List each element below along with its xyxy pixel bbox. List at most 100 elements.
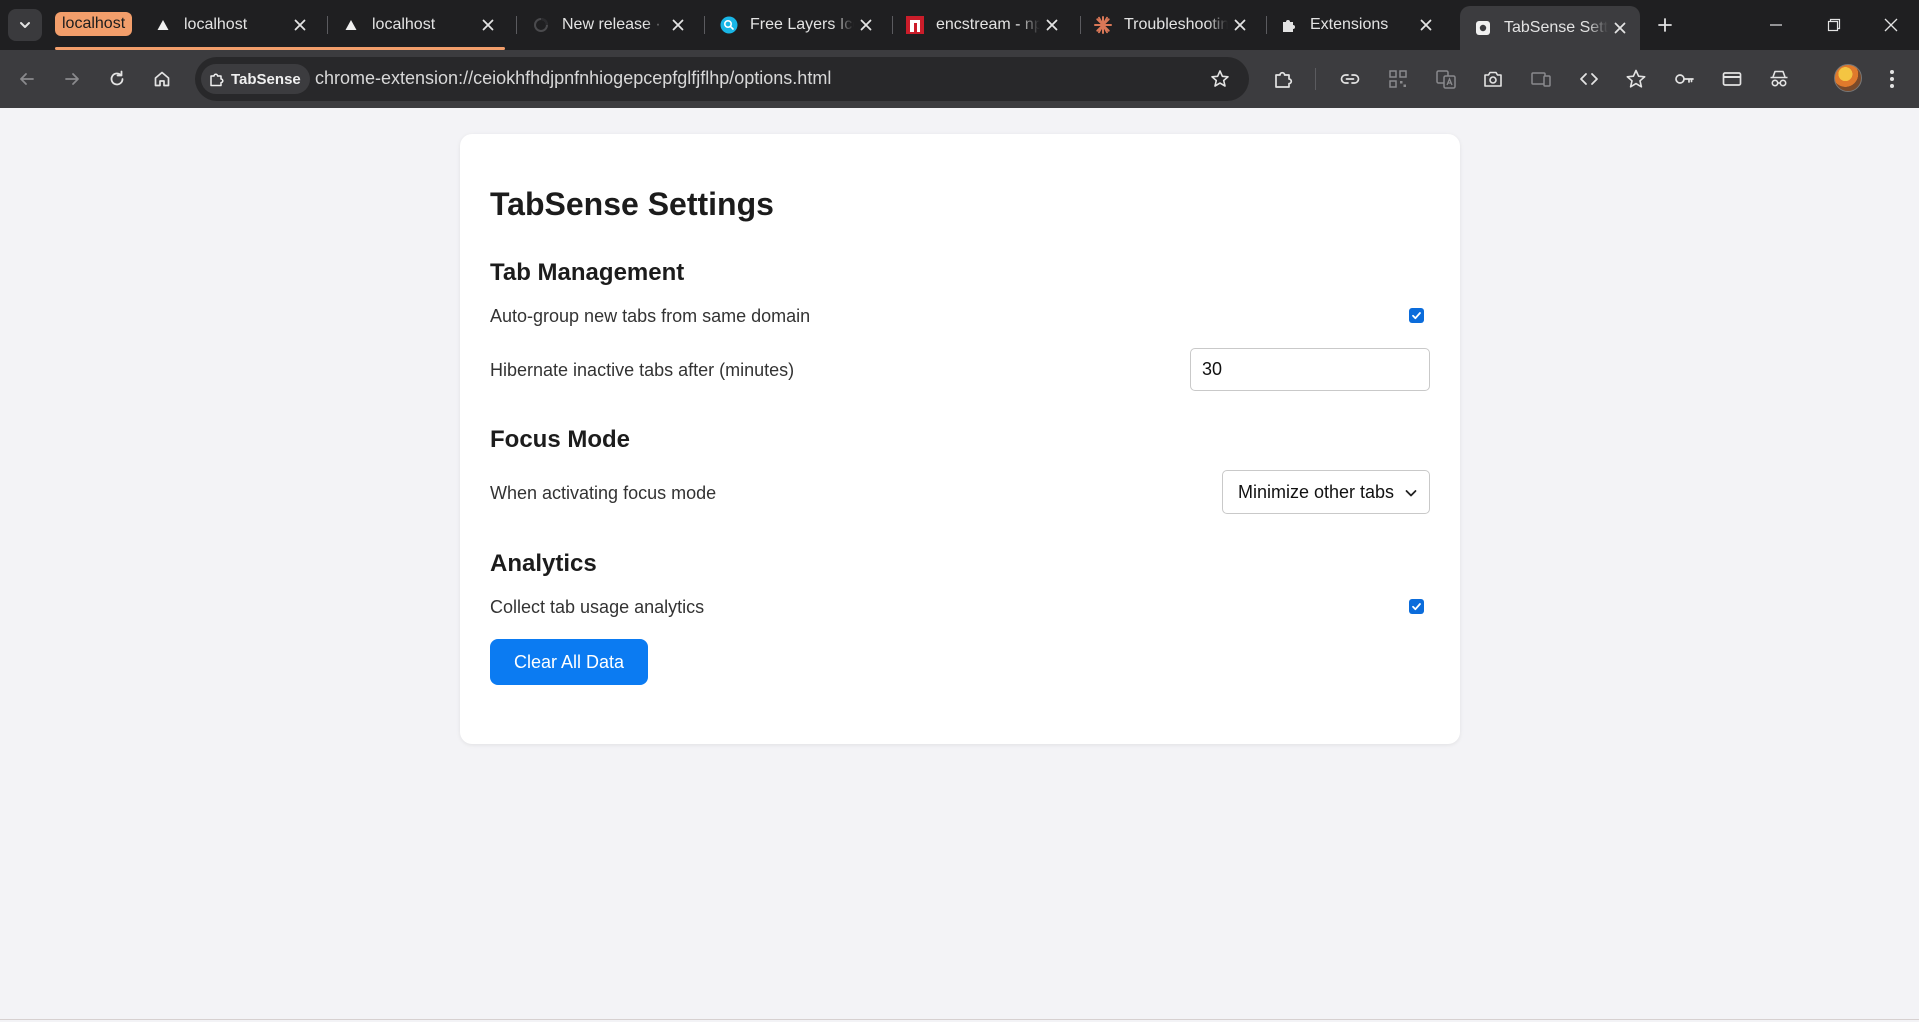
triangle-icon bbox=[154, 16, 172, 34]
star-icon bbox=[1626, 69, 1646, 88]
tab-title: Free Layers Ico bbox=[750, 16, 854, 33]
close-icon[interactable] bbox=[288, 13, 312, 37]
code-icon bbox=[1580, 73, 1598, 85]
spinner-icon bbox=[532, 16, 550, 34]
camera-icon bbox=[1484, 71, 1502, 87]
search-circle-icon bbox=[720, 16, 738, 34]
close-icon[interactable] bbox=[1228, 13, 1252, 37]
tab-title: New release · t bbox=[562, 16, 666, 33]
copy-link-button[interactable] bbox=[1334, 63, 1366, 95]
tab-localhost-1[interactable]: localhost bbox=[140, 6, 320, 44]
qr-code-icon bbox=[1389, 70, 1407, 88]
key-icon bbox=[1675, 74, 1694, 84]
plus-icon bbox=[1658, 18, 1672, 32]
back-button[interactable] bbox=[11, 63, 43, 95]
tab-group-chip[interactable]: localhost bbox=[55, 12, 133, 36]
section-heading-focus-mode: Focus Mode bbox=[490, 426, 631, 453]
url-text[interactable]: chrome-extension://ceiokhfhdjpnfnhiogepc… bbox=[315, 68, 831, 89]
passwords-button[interactable] bbox=[1668, 63, 1700, 95]
tab-separator bbox=[704, 16, 705, 34]
link-icon bbox=[1340, 74, 1360, 84]
section-heading-analytics: Analytics bbox=[490, 550, 597, 577]
extensions-button[interactable] bbox=[1268, 63, 1300, 95]
page-title: TabSense Settings bbox=[490, 186, 774, 222]
tab-new-release[interactable]: New release · t bbox=[518, 6, 698, 44]
minimize-window-button[interactable] bbox=[1753, 9, 1799, 41]
clear-all-data-button[interactable]: Clear All Data bbox=[490, 639, 648, 685]
close-icon[interactable] bbox=[1414, 13, 1438, 37]
screenshot-button[interactable] bbox=[1477, 63, 1509, 95]
tab-title: localhost bbox=[372, 16, 436, 33]
tab-free-layers-icons[interactable]: Free Layers Ico bbox=[706, 6, 886, 44]
bookmark-star-button[interactable] bbox=[1209, 68, 1231, 90]
hibernate-label: Hibernate inactive tabs after (minutes) bbox=[490, 360, 795, 380]
browser-toolbar: TabSense chrome-extension://ceiokhfhdjpn… bbox=[0, 50, 1919, 108]
collect-analytics-checkbox[interactable] bbox=[1409, 599, 1424, 614]
close-icon[interactable] bbox=[854, 13, 878, 37]
close-window-button[interactable] bbox=[1868, 9, 1914, 41]
tab-strip: localhost localhost localhost New releas… bbox=[0, 0, 1919, 50]
checkmark-icon bbox=[1412, 312, 1421, 320]
device-mode-button[interactable] bbox=[1525, 63, 1557, 95]
tab-title: encstream - np bbox=[936, 16, 1040, 33]
devices-icon bbox=[1531, 72, 1551, 87]
tab-localhost-2[interactable]: localhost bbox=[328, 6, 508, 44]
section-heading-tab-management: Tab Management bbox=[490, 259, 685, 286]
close-icon[interactable] bbox=[666, 13, 690, 37]
profile-avatar[interactable] bbox=[1834, 64, 1862, 92]
window-bottom-border bbox=[0, 1019, 1919, 1020]
restore-icon bbox=[1827, 18, 1841, 32]
triangle-icon bbox=[342, 16, 360, 34]
translate-button[interactable] bbox=[1430, 63, 1462, 95]
minimize-icon bbox=[1770, 24, 1782, 26]
checkmark-icon bbox=[1412, 603, 1421, 611]
address-bar[interactable]: TabSense chrome-extension://ceiokhfhdjpn… bbox=[195, 57, 1249, 101]
chevron-down-icon bbox=[1403, 485, 1419, 501]
hibernate-minutes-input[interactable]: 30 bbox=[1190, 348, 1430, 391]
site-info-chip[interactable]: TabSense bbox=[201, 64, 310, 94]
home-button[interactable] bbox=[146, 63, 178, 95]
focus-mode-selected-value: Minimize other tabs bbox=[1238, 481, 1395, 502]
tab-title: Extensions bbox=[1310, 16, 1389, 33]
tab-title: TabSense Settir bbox=[1504, 19, 1608, 36]
tab-troubleshooting[interactable]: Troubleshootin bbox=[1080, 6, 1260, 44]
collect-analytics-label: Collect tab usage analytics bbox=[490, 597, 705, 617]
bookmarks-button[interactable] bbox=[1620, 63, 1652, 95]
tab-encstream-npm[interactable]: encstream - np bbox=[892, 6, 1072, 44]
forward-button[interactable] bbox=[56, 63, 88, 95]
extension-page-icon bbox=[1474, 19, 1492, 37]
focus-mode-select[interactable]: Minimize other tabs bbox=[1222, 470, 1430, 514]
reload-button[interactable] bbox=[101, 63, 133, 95]
focus-activation-label: When activating focus mode bbox=[490, 483, 717, 503]
tab-title: Troubleshootin bbox=[1124, 16, 1228, 33]
close-icon[interactable] bbox=[1040, 13, 1064, 37]
new-tab-button[interactable] bbox=[1651, 11, 1679, 39]
devtools-button[interactable] bbox=[1573, 63, 1605, 95]
qr-code-button[interactable] bbox=[1382, 63, 1414, 95]
tab-extensions[interactable]: Extensions bbox=[1266, 6, 1446, 44]
close-icon[interactable] bbox=[1608, 16, 1632, 40]
site-chip-label: TabSense bbox=[231, 70, 301, 88]
tab-tabsense-settings[interactable]: TabSense Settir bbox=[1460, 6, 1640, 50]
incognito-extension-button[interactable] bbox=[1763, 63, 1795, 95]
chevron-down-icon bbox=[20, 22, 30, 28]
close-icon[interactable] bbox=[476, 13, 500, 37]
claude-icon bbox=[1094, 16, 1112, 34]
incognito-icon bbox=[1770, 70, 1788, 87]
tab-search-button[interactable] bbox=[8, 9, 42, 41]
restore-window-button[interactable] bbox=[1811, 9, 1857, 41]
payment-methods-button[interactable] bbox=[1716, 63, 1748, 95]
credit-card-icon bbox=[1722, 72, 1742, 86]
npm-icon bbox=[906, 16, 924, 34]
arrow-right-icon bbox=[65, 73, 79, 85]
puzzle-icon bbox=[1280, 16, 1298, 34]
arrow-left-icon bbox=[20, 73, 34, 85]
auto-group-checkbox[interactable] bbox=[1409, 308, 1424, 323]
more-vertical-icon bbox=[1890, 70, 1894, 88]
tab-separator bbox=[516, 16, 517, 34]
close-icon bbox=[1884, 18, 1898, 32]
page-viewport: TabSense Settings Tab Management Auto-gr… bbox=[0, 108, 1919, 1022]
chrome-menu-button[interactable] bbox=[1876, 63, 1908, 95]
home-icon bbox=[154, 71, 170, 87]
settings-card: TabSense Settings Tab Management Auto-gr… bbox=[460, 134, 1460, 744]
